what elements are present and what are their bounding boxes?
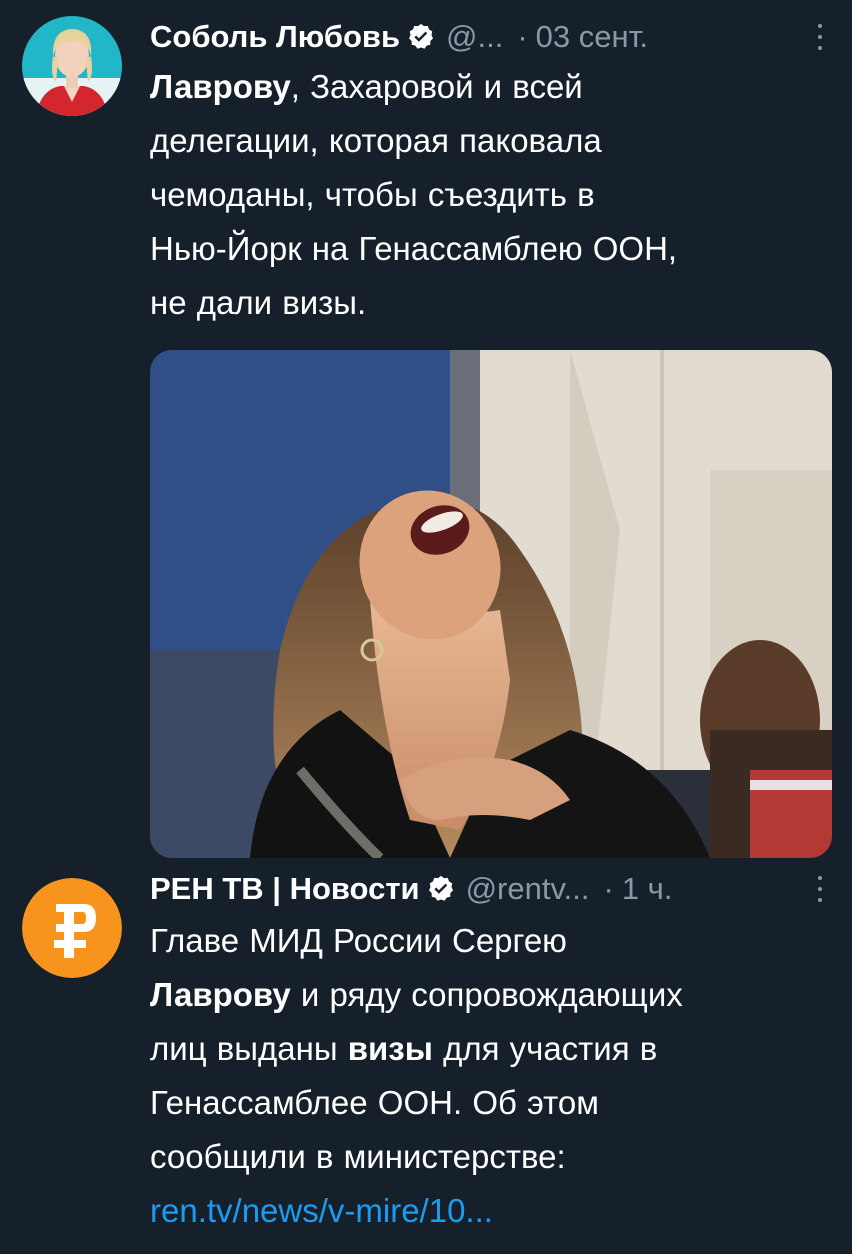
text-line: делегации, которая паковала — [150, 122, 602, 159]
tweet-text: Главе МИД России Сергею Лаврову и ряду с… — [150, 914, 830, 1238]
tweet-text: Лаврову, Захаровой и всей делегации, кот… — [150, 60, 830, 330]
text-line: Главе МИД России Сергею — [150, 922, 567, 959]
tweet-media-image[interactable] — [150, 350, 832, 858]
tweet-header: Соболь Любовь @... · 03 сент. — [150, 14, 828, 60]
text-line: чемоданы, чтобы съездить в — [150, 176, 595, 213]
text-fragment: , Захаровой и всей — [290, 68, 583, 105]
more-options-icon[interactable] — [816, 24, 824, 50]
text-line: Нью-Йорк на Генассамблею ООН, — [150, 230, 678, 267]
tweet-sobol[interactable]: Соболь Любовь @... · 03 сент. Лаврову, З… — [0, 0, 852, 862]
author-name[interactable]: РЕН ТВ | Новости — [150, 871, 420, 907]
person-avatar-icon — [22, 16, 122, 116]
tweet-time[interactable]: 1 ч. — [622, 871, 673, 907]
laughing-woman-photo-icon — [150, 350, 832, 858]
separator-dot: · — [603, 871, 614, 906]
text-line: не дали визы. — [150, 284, 367, 321]
text-line: лиц выданы визы для участия в — [150, 1022, 830, 1076]
more-options-icon[interactable] — [816, 876, 824, 902]
tweet-header: РЕН ТВ | Новости @rentv... · 1 ч. — [150, 866, 828, 912]
highlight-word: визы — [347, 1030, 433, 1067]
verified-badge-icon — [409, 23, 434, 49]
text-fragment: для участия в — [432, 1030, 658, 1067]
text-line: сообщили в министерстве: — [150, 1138, 566, 1175]
ren-tv-logo-icon — [22, 878, 122, 978]
author-handle[interactable]: @... — [446, 19, 503, 55]
verified-badge-icon — [428, 875, 453, 901]
avatar-rentv[interactable] — [22, 878, 122, 978]
author-handle[interactable]: @rentv... — [466, 871, 590, 907]
text-fragment: лиц выданы — [150, 1030, 348, 1067]
author-name[interactable]: Соболь Любовь — [150, 19, 400, 55]
highlight-word: Лаврову — [150, 68, 291, 105]
tweet-link[interactable]: ren.tv/news/v-mire/10... — [150, 1184, 830, 1238]
highlight-word: Лаврову — [150, 976, 291, 1013]
tweet-rentv[interactable]: РЕН ТВ | Новости @rentv... · 1 ч. Главе … — [0, 862, 852, 1254]
separator-dot: · — [517, 19, 528, 54]
text-fragment: и ряду сопровождающих — [290, 976, 683, 1013]
text-line: Лаврову, Захаровой и всей — [150, 60, 830, 114]
avatar-sobol[interactable] — [22, 16, 122, 116]
text-line: Генассамблее ООН. Об этом — [150, 1084, 599, 1121]
tweet-time[interactable]: 03 сент. — [536, 19, 648, 55]
text-line: Лаврову и ряду сопровождающих — [150, 968, 830, 1022]
